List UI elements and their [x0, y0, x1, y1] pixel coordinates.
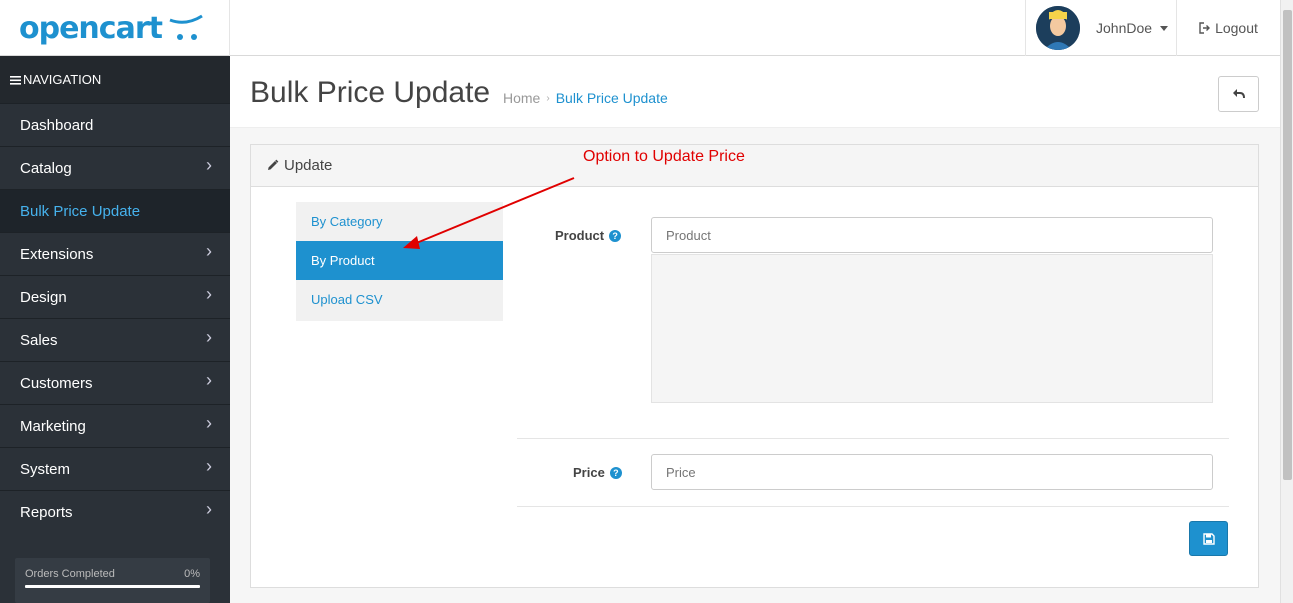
sidebar: NAVIGATION Dashboard Catalog › Bulk Price U…	[0, 56, 230, 603]
scrollbar-thumb[interactable]	[1283, 10, 1292, 480]
nav-list: Dashboard Catalog › Bulk Price Update Extens…	[0, 103, 230, 533]
sidebar-item-customers[interactable]: Customers ›	[0, 361, 230, 404]
sidebar-item-bulk-price-update[interactable]: Bulk Price Update	[0, 189, 230, 232]
chevron-right-icon: ›	[206, 327, 212, 347]
progress-bar	[25, 585, 200, 588]
divider	[517, 506, 1229, 507]
tab-upload-csv[interactable]: Upload CSV	[296, 280, 503, 319]
chevron-down-icon	[1160, 25, 1169, 31]
panel-heading: Update	[251, 145, 1258, 187]
annotation-text: Option to Update Price	[583, 148, 745, 165]
sidebar-item-marketing[interactable]: Marketing ›	[0, 404, 230, 447]
tab-by-product[interactable]: By Product	[296, 241, 503, 280]
chevron-right-icon: ›	[206, 499, 212, 519]
pencil-icon	[268, 159, 279, 170]
page-header: Bulk Price Update Home › Bulk Price Upda…	[230, 56, 1280, 128]
help-icon[interactable]: ?	[609, 466, 622, 479]
avatar-image	[1036, 6, 1080, 50]
nav-header[interactable]: NAVIGATION	[0, 56, 230, 103]
chevron-right-icon: ›	[206, 155, 212, 175]
chevron-right-icon: ›	[206, 456, 212, 476]
price-label-group: Price ?	[573, 465, 622, 480]
progress-label: Orders Completed	[25, 568, 115, 580]
panel-title: Update	[284, 157, 333, 174]
chevron-right-icon: ›	[206, 413, 212, 433]
nav-title: NAVIGATION	[23, 72, 102, 87]
user-name: JohnDoe	[1096, 20, 1153, 36]
logout-label: Logout	[1215, 20, 1258, 36]
reply-icon	[1232, 89, 1245, 99]
sidebar-item-sales[interactable]: Sales ›	[0, 318, 230, 361]
divider	[517, 438, 1229, 439]
sidebar-item-extensions[interactable]: Extensions ›	[0, 232, 230, 275]
breadcrumb-home[interactable]: Home	[503, 90, 540, 106]
price-label: Price	[573, 465, 605, 480]
chevron-right-icon: ›	[206, 241, 212, 261]
product-label-group: Product ?	[555, 228, 622, 243]
sidebar-item-catalog[interactable]: Catalog ›	[0, 146, 230, 189]
chevron-right-icon: ›	[206, 284, 212, 304]
logout-button[interactable]: Logout	[1176, 0, 1280, 56]
sidebar-item-label: Catalog	[20, 159, 72, 177]
orders-progress: Orders Completed 0%	[15, 558, 210, 603]
avatar	[1036, 6, 1080, 50]
sidebar-item-label: Design	[20, 288, 67, 306]
save-icon	[1202, 532, 1215, 545]
tab-by-category[interactable]: By Category	[296, 202, 503, 241]
sidebar-item-label: Reports	[20, 503, 73, 521]
sign-out-icon	[1199, 22, 1211, 34]
sidebar-item-reports[interactable]: Reports ›	[0, 490, 230, 533]
header-divider	[229, 0, 230, 56]
breadcrumb-current[interactable]: Bulk Price Update	[556, 90, 668, 106]
update-panel: Update By Category By Product Upload CSV…	[250, 144, 1259, 588]
opencart-logo[interactable]: opencart	[19, 10, 204, 46]
user-menu[interactable]: JohnDoe	[1025, 0, 1176, 56]
sidebar-item-label: Dashboard	[20, 116, 94, 134]
sidebar-item-label: Marketing	[20, 417, 86, 435]
cart-icon	[169, 14, 203, 40]
page-title: Bulk Price Update	[250, 76, 491, 109]
update-mode-tabs: By Category By Product Upload CSV	[296, 202, 503, 321]
breadcrumb-separator: ›	[546, 92, 550, 104]
product-input[interactable]	[651, 217, 1213, 253]
logo-text: opencart	[19, 10, 163, 46]
sidebar-item-dashboard[interactable]: Dashboard	[0, 103, 230, 146]
help-icon[interactable]: ?	[609, 229, 622, 242]
product-label: Product	[555, 228, 605, 243]
chevron-right-icon: ›	[206, 370, 212, 390]
back-button[interactable]	[1218, 76, 1259, 112]
sidebar-item-label: Customers	[20, 374, 93, 392]
page-scrollbar[interactable]	[1280, 0, 1293, 603]
sidebar-item-system[interactable]: System ›	[0, 447, 230, 490]
sidebar-item-label: System	[20, 460, 71, 478]
price-input[interactable]	[651, 454, 1213, 490]
top-header: opencart JohnDoe Logout	[0, 0, 1280, 56]
sidebar-item-label: Extensions	[20, 245, 94, 263]
product-list-box	[651, 254, 1213, 403]
progress-value: 0%	[184, 568, 200, 580]
sidebar-item-design[interactable]: Design ›	[0, 275, 230, 318]
sidebar-item-label: Sales	[20, 331, 58, 349]
menu-icon	[10, 75, 21, 85]
save-button[interactable]	[1189, 521, 1228, 556]
breadcrumb: Home › Bulk Price Update	[503, 90, 668, 106]
sidebar-item-label: Bulk Price Update	[20, 202, 141, 220]
